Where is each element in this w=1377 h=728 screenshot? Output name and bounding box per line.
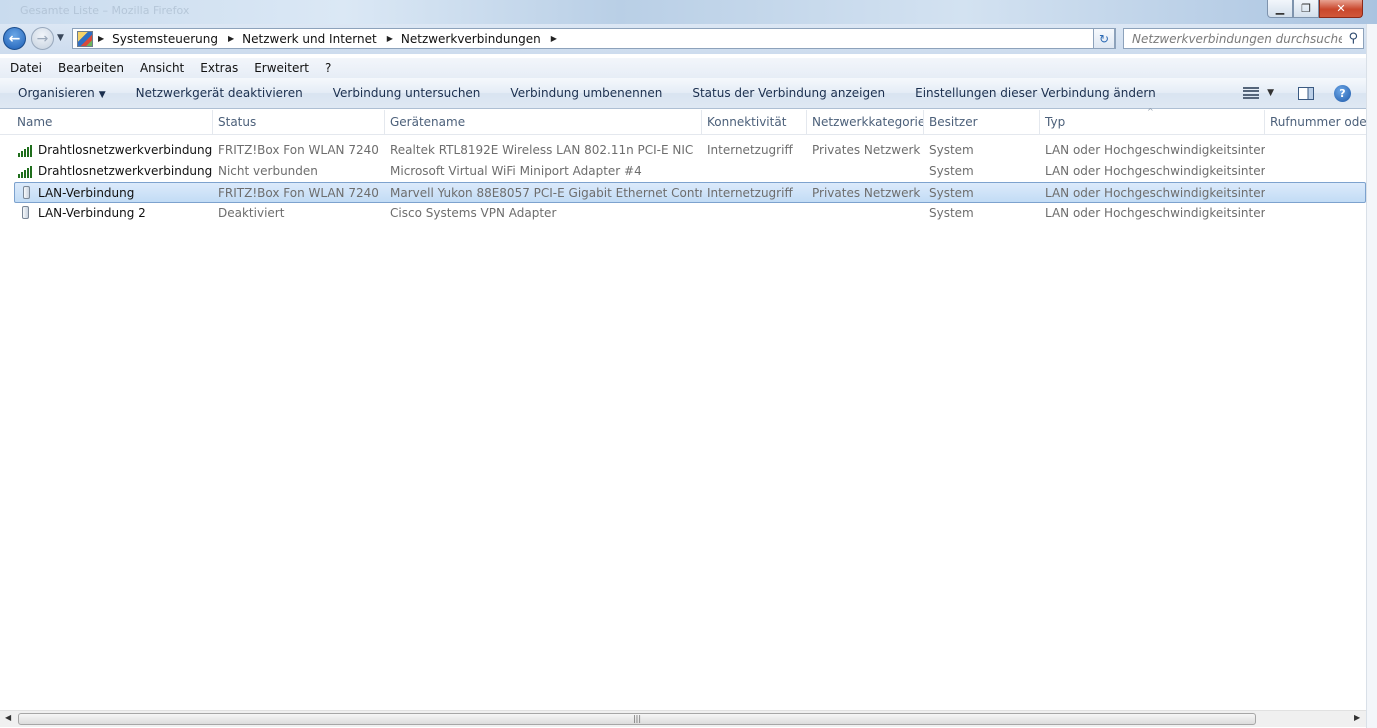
change-settings-button[interactable]: Einstellungen dieser Verbindung ändern (900, 86, 1171, 100)
chevron-right-icon[interactable]: ▶ (228, 34, 234, 43)
scroll-right-icon[interactable]: ▶ (1354, 713, 1360, 722)
menu-bearbeiten[interactable]: Bearbeiten (50, 61, 132, 75)
search-input[interactable] (1130, 30, 1344, 47)
views-icon[interactable] (1243, 87, 1260, 99)
breadcrumb[interactable]: ▶ Systemsteuerung ▶ Netzwerk und Interne… (72, 28, 1116, 49)
ethernet-plug-icon (19, 186, 35, 201)
connection-status: Deaktiviert (218, 206, 285, 220)
column-device-name[interactable]: Gerätename (385, 110, 702, 134)
list-item[interactable]: LAN-Verbindung 2 Deaktiviert Cisco Syste… (14, 203, 1366, 224)
network-category (812, 161, 924, 182)
window-edge (1366, 24, 1377, 728)
close-button[interactable]: ✕ (1319, 0, 1363, 18)
connection-type: LAN oder Hochgeschwindigkeitsinter... (1045, 186, 1265, 200)
views-dropdown-icon[interactable]: ▼ (1267, 88, 1274, 98)
connection-type: LAN oder Hochgeschwindigkeitsinter... (1045, 206, 1265, 220)
column-header: ^ Name Status Gerätename Konnektivität N… (0, 107, 1366, 135)
ethernet-plug-icon (18, 206, 34, 221)
close-icon: ✕ (1336, 2, 1346, 15)
column-phone-number[interactable]: Rufnummer oder I (1265, 110, 1366, 134)
wireless-signal-icon (18, 164, 34, 179)
address-bar: ← → ▼ ▶ Systemsteuerung ▶ Netzwerk und I… (0, 24, 1366, 54)
help-icon[interactable]: ? (1334, 84, 1351, 102)
chevron-right-icon[interactable]: ▶ (551, 34, 557, 43)
diagnose-connection-button[interactable]: Verbindung untersuchen (318, 86, 496, 100)
list-item[interactable]: LAN-Verbindung FRITZ!Box Fon WLAN 7240 M… (14, 182, 1366, 203)
scroll-left-icon[interactable]: ◀ (5, 713, 11, 722)
menu-erweitert[interactable]: Erweitert (246, 61, 317, 75)
search-box: ⚲ (1123, 28, 1364, 49)
column-connectivity[interactable]: Konnektivität (702, 110, 807, 134)
owner: System (929, 164, 974, 178)
owner: System (929, 206, 974, 220)
chevron-right-icon[interactable]: ▶ (98, 34, 104, 43)
list-item[interactable]: Drahtlosnetzwerkverbindung 2 FRITZ!Box F… (14, 140, 1366, 161)
connectivity: Internetzugriff (707, 186, 793, 200)
connection-type: LAN oder Hochgeschwindigkeitsinter... (1045, 143, 1265, 157)
column-status[interactable]: Status (213, 110, 385, 134)
connection-name: Drahtlosnetzwerkverbindung 3 (38, 164, 216, 178)
scrollbar-thumb[interactable]: ||| (18, 713, 1256, 725)
network-category (812, 203, 924, 224)
minimize-button[interactable]: ▁ (1267, 0, 1293, 18)
wireless-signal-icon (18, 143, 34, 158)
connection-status: FRITZ!Box Fon WLAN 7240 (218, 143, 379, 157)
menu-ansicht[interactable]: Ansicht (132, 61, 192, 75)
device-name: Cisco Systems VPN Adapter (390, 206, 557, 220)
owner: System (929, 186, 974, 200)
column-name[interactable]: Name (12, 110, 213, 134)
connection-name: LAN-Verbindung (38, 186, 135, 200)
column-type[interactable]: Typ (1040, 110, 1265, 134)
menu-datei[interactable]: Datei (0, 61, 50, 75)
breadcrumb-item-netzwerk-und-internet[interactable]: Netzwerk und Internet (242, 32, 387, 46)
connectivity (707, 161, 807, 182)
network-category: Privates Netzwerk (812, 143, 921, 157)
minimize-icon: ▁ (1275, 2, 1285, 15)
chevron-down-icon: ▼ (98, 90, 106, 100)
device-name: Realtek RTL8192E Wireless LAN 802.11n PC… (390, 143, 694, 157)
list-item[interactable]: Drahtlosnetzwerkverbindung 3 Nicht verbu… (14, 161, 1366, 182)
maximize-button[interactable]: ❐ (1293, 0, 1319, 18)
organize-button[interactable]: Organisieren ▼ (0, 86, 121, 100)
disable-device-button[interactable]: Netzwerkgerät deaktivieren (121, 86, 318, 100)
owner: System (929, 143, 974, 157)
search-icon[interactable]: ⚲ (1348, 31, 1358, 46)
network-category: Privates Netzwerk (812, 186, 921, 200)
control-panel-icon (77, 30, 93, 47)
preview-pane-icon[interactable] (1298, 86, 1314, 100)
connectivity: Internetzugriff (707, 143, 793, 157)
refresh-button[interactable]: ↻ (1093, 28, 1115, 49)
connection-name: LAN-Verbindung 2 (38, 206, 146, 220)
device-name: Marvell Yukon 88E8057 PCI-E Gigabit Ethe… (390, 186, 702, 200)
breadcrumb-item-netzwerkverbindungen[interactable]: Netzwerkverbindungen (401, 32, 551, 46)
maximize-icon: ❐ (1301, 2, 1311, 15)
view-status-button[interactable]: Status der Verbindung anzeigen (677, 86, 900, 100)
title-bar: Gesamte Liste – Mozilla Firefox ▁ ❐ ✕ (0, 0, 1377, 24)
breadcrumb-item-systemsteuerung[interactable]: Systemsteuerung (112, 32, 228, 46)
arrow-right-icon: → (36, 30, 49, 47)
view-controls: ▼ ? (1243, 78, 1366, 108)
connectivity (707, 203, 807, 224)
rename-connection-button[interactable]: Verbindung umbenennen (495, 86, 677, 100)
chevron-right-icon[interactable]: ▶ (387, 34, 393, 43)
connection-type: LAN oder Hochgeschwindigkeitsinter... (1045, 164, 1265, 178)
horizontal-scrollbar[interactable]: ◀ ||| ▶ (0, 710, 1366, 727)
connection-status: FRITZ!Box Fon WLAN 7240 (218, 186, 379, 200)
command-bar: Organisieren ▼ Netzwerkgerät deaktivieren… (0, 78, 1366, 109)
column-owner[interactable]: Besitzer (924, 110, 1040, 134)
connection-status: Nicht verbunden (218, 164, 318, 178)
window-controls: ▁ ❐ ✕ (1267, 0, 1363, 18)
refresh-icon: ↻ (1098, 31, 1110, 46)
menu-extras[interactable]: Extras (192, 61, 246, 75)
connection-name: Drahtlosnetzwerkverbindung 2 (38, 143, 216, 157)
back-button[interactable]: ← (3, 27, 26, 50)
recent-pages-dropdown[interactable]: ▼ (57, 33, 64, 43)
arrow-left-icon: ← (8, 30, 21, 47)
forward-button[interactable]: → (31, 27, 54, 50)
menu-bar: Datei Bearbeiten Ansicht Extras Erweiter… (0, 58, 1366, 79)
column-network-category[interactable]: Netzwerkkategorie (807, 110, 924, 134)
window-title: Gesamte Liste – Mozilla Firefox (20, 4, 190, 17)
device-name: Microsoft Virtual WiFi Miniport Adapter … (390, 164, 642, 178)
menu-help[interactable]: ? (317, 61, 339, 75)
